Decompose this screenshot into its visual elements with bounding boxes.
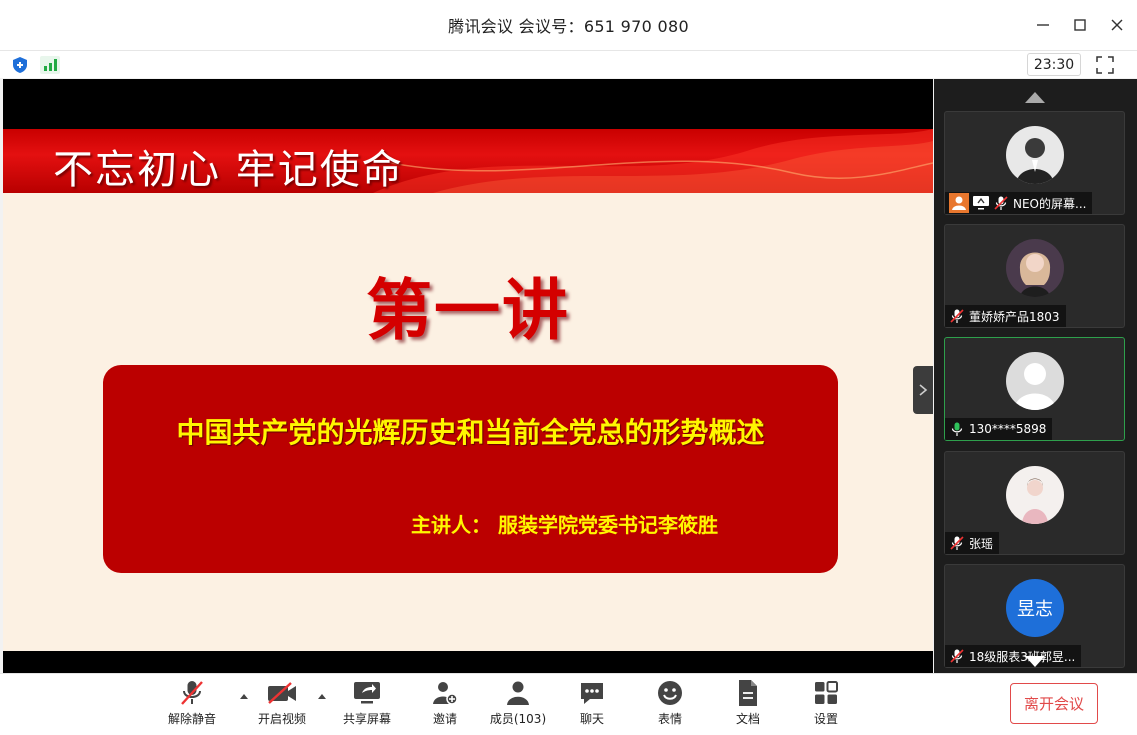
lecture-subject: 中国共产党的光辉历史和当前全党总的形势概述 <box>176 416 765 449</box>
participant-name: 张瑶 <box>969 536 994 551</box>
meeting-clock: 23:30 <box>1027 53 1081 76</box>
slide-content-box: 中国共产党的光辉历史和当前全党总的形势概述 主讲人： 服装学院党委书记李筱胜 <box>103 365 838 573</box>
participant-label: 董娇娇产品1803 <box>945 305 1066 327</box>
add-person-icon <box>433 682 458 705</box>
meeting-window: 腾讯会议 会议号：651 970 080 23:30 不忘初心 牢记使命 第一讲… <box>0 0 1137 735</box>
reactions-label: 表情 <box>657 712 682 726</box>
close-icon <box>1111 19 1123 31</box>
camera-off-icon <box>268 682 296 704</box>
shared-screen: 不忘初心 牢记使命 第一讲 中国共产党的光辉历史和当前全党总的形势概述 主讲人：… <box>3 79 933 673</box>
unmute-button[interactable]: 解除静音 <box>156 678 228 727</box>
scroll-up-arrow-icon[interactable] <box>1023 89 1047 105</box>
screen-share-icon <box>973 196 989 210</box>
title-bar: 腾讯会议 会议号：651 970 080 <box>0 0 1137 50</box>
participant-name: 董娇娇产品1803 <box>969 309 1060 324</box>
chat-bubble-icon <box>581 683 603 704</box>
avatar <box>1006 352 1064 410</box>
status-bar: 23:30 <box>0 50 1137 78</box>
close-button[interactable] <box>1100 8 1134 42</box>
participant-tile-active[interactable]: 130****5898 <box>944 337 1125 441</box>
share-screen-label: 共享屏幕 <box>342 712 391 726</box>
participant-label: 张瑶 <box>945 532 1000 554</box>
chat-button[interactable]: 聊天 <box>556 678 628 727</box>
mic-muted-icon <box>950 649 964 663</box>
participant-name: 130****5898 <box>969 422 1047 436</box>
document-icon <box>739 680 757 706</box>
shield-icon <box>13 57 27 73</box>
mic-muted-icon <box>950 536 964 550</box>
lecture-speaker: 主讲人： 服装学院党委书记李筱胜 <box>411 513 718 537</box>
mic-muted-icon <box>950 309 964 323</box>
slide-banner: 不忘初心 牢记使命 <box>3 129 933 193</box>
start-video-label: 开启视频 <box>257 712 306 726</box>
chevron-right-icon <box>919 384 928 396</box>
fullscreen-icon <box>1096 56 1114 74</box>
avatar <box>1006 466 1064 524</box>
presentation-slide: 不忘初心 牢记使命 第一讲 中国共产党的光辉历史和当前全党总的形势概述 主讲人：… <box>3 129 933 651</box>
smiley-icon <box>658 681 682 705</box>
avatar <box>1006 239 1064 297</box>
members-button[interactable]: 成员(103) <box>482 678 554 727</box>
start-video-button[interactable]: 开启视频 <box>246 678 318 727</box>
avatar <box>1006 126 1064 184</box>
collapse-panel-handle[interactable] <box>913 366 933 414</box>
settings-label: 设置 <box>813 712 838 726</box>
scroll-down-arrow-icon[interactable] <box>1023 654 1047 670</box>
participant-label: 130****5898 <box>945 418 1053 440</box>
invite-button[interactable]: 邀请 <box>409 678 481 727</box>
avatar-initials: 昱志 <box>1017 599 1053 620</box>
participant-tile[interactable]: 张瑶 <box>944 451 1125 555</box>
documents-button[interactable]: 文档 <box>712 678 784 727</box>
participant-tile[interactable]: 董娇娇产品1803 <box>944 224 1125 328</box>
person-icon <box>507 681 529 705</box>
participant-label: NEO的屏幕... <box>945 192 1093 214</box>
participant-label: 18级服表3班郭昱... <box>945 645 1082 667</box>
share-screen-icon <box>354 682 380 704</box>
slide-banner-text: 不忘初心 牢记使命 <box>53 147 404 193</box>
video-options-caret-icon[interactable] <box>317 692 327 700</box>
mic-muted-icon <box>994 196 1008 210</box>
invite-label: 邀请 <box>432 712 457 726</box>
settings-button[interactable]: 设置 <box>790 678 862 727</box>
meeting-toolbar: 解除静音 开启视频 共享屏幕 邀请 成员(103) 聊天 表情 文档 设置 离开… <box>0 673 1137 735</box>
members-label: 成员(103) <box>489 712 547 726</box>
lecture-title: 第一讲 <box>366 272 570 349</box>
security-shield-button[interactable] <box>9 54 31 76</box>
participant-name: NEO的屏幕... <box>1013 196 1087 211</box>
minimize-button[interactable] <box>1026 8 1060 42</box>
signal-bars-icon <box>40 56 60 74</box>
network-signal-button[interactable] <box>39 54 61 76</box>
participants-panel: NEO的屏幕... 董娇娇产品1803 130****5898 张瑶 昱志 18… <box>934 79 1137 673</box>
documents-label: 文档 <box>735 712 760 726</box>
window-controls <box>1026 0 1137 50</box>
participant-tile[interactable]: NEO的屏幕... <box>944 111 1125 215</box>
grid-settings-icon <box>815 681 838 704</box>
participant-tile[interactable]: 昱志 18级服表3班郭昱... <box>944 564 1125 668</box>
banner-wave-decoration <box>373 129 933 193</box>
fullscreen-button[interactable] <box>1094 54 1116 76</box>
leave-meeting-button[interactable]: 离开会议 <box>1010 683 1098 724</box>
share-screen-button[interactable]: 共享屏幕 <box>331 678 403 727</box>
chat-label: 聊天 <box>579 712 604 726</box>
maximize-icon <box>1074 19 1086 31</box>
mic-active-icon <box>951 422 963 436</box>
unmute-label: 解除静音 <box>167 712 216 726</box>
mic-muted-icon <box>181 681 203 705</box>
person-badge-icon <box>949 193 969 213</box>
maximize-button[interactable] <box>1063 8 1097 42</box>
window-title: 腾讯会议 会议号：651 970 080 <box>448 17 689 36</box>
avatar: 昱志 <box>1006 579 1064 637</box>
reactions-button[interactable]: 表情 <box>634 678 706 727</box>
minimize-icon <box>1037 24 1049 26</box>
